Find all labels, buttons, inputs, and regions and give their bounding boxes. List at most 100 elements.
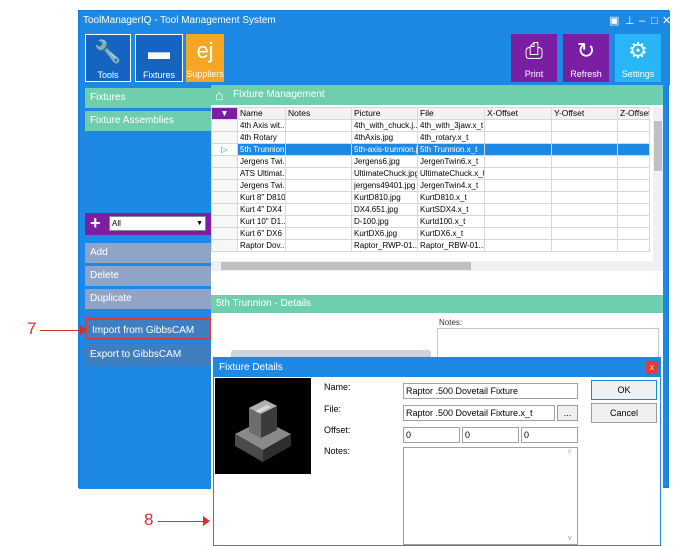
table-cell[interactable] bbox=[617, 191, 650, 204]
table-cell[interactable]: D-100.jpg bbox=[351, 215, 418, 228]
table-cell[interactable]: KurtSDX4.x_t bbox=[417, 203, 485, 216]
table-cell[interactable] bbox=[617, 179, 650, 192]
hscroll-thumb[interactable] bbox=[221, 262, 471, 270]
table-row[interactable]: Kurt 10" D1... D-100.jpg Kurtd100.x_t bbox=[211, 215, 650, 228]
table-cell[interactable] bbox=[551, 119, 618, 132]
table-cell[interactable] bbox=[285, 131, 352, 144]
add-filter-icon[interactable]: + bbox=[90, 213, 101, 233]
row-indicator[interactable] bbox=[211, 119, 238, 132]
table-cell[interactable] bbox=[551, 143, 618, 156]
table-cell[interactable]: Jergens6.jpg bbox=[351, 155, 418, 168]
duplicate-button[interactable]: Duplicate bbox=[85, 289, 211, 309]
table-cell[interactable]: jergens49401.jpg bbox=[351, 179, 418, 192]
offset-z-input[interactable]: 0 bbox=[521, 427, 578, 443]
scrollbar-thumb[interactable] bbox=[654, 121, 662, 171]
table-cell[interactable]: Kurt 10" D1... bbox=[237, 215, 286, 228]
table-cell[interactable] bbox=[551, 227, 618, 240]
row-indicator[interactable] bbox=[211, 131, 238, 144]
table-cell[interactable] bbox=[285, 143, 352, 156]
table-cell[interactable] bbox=[551, 215, 618, 228]
scroll-up-icon[interactable]: ^ bbox=[568, 450, 571, 457]
table-row[interactable]: ATS Ultimat... UltimateChuck.jpg UltimateC… bbox=[211, 167, 650, 180]
table-cell[interactable]: KurtD810.jpg bbox=[351, 191, 418, 204]
table-cell[interactable]: Raptor Dov... bbox=[237, 239, 286, 252]
table-cell[interactable] bbox=[484, 239, 552, 252]
table-cell[interactable] bbox=[617, 215, 650, 228]
minimize-icon[interactable]: – bbox=[639, 11, 645, 31]
table-cell[interactable] bbox=[285, 191, 352, 204]
fixtures-button[interactable]: ▬ Fixtures bbox=[135, 34, 183, 82]
table-cell[interactable]: Kurtd100.x_t bbox=[417, 215, 485, 228]
row-indicator[interactable] bbox=[211, 155, 238, 168]
table-cell[interactable]: 4th_with_chuck.j... bbox=[351, 119, 418, 132]
table-cell[interactable]: Kurt 4" DX4 bbox=[237, 203, 286, 216]
nav-fixtures[interactable]: Fixtures bbox=[85, 88, 211, 108]
home-icon[interactable]: ⌂ bbox=[215, 85, 223, 105]
table-cell[interactable] bbox=[484, 179, 552, 192]
table-row[interactable]: Kurt 8" D810 KurtD810.jpg KurtD810.x_t bbox=[211, 191, 650, 204]
row-indicator[interactable] bbox=[211, 167, 238, 180]
filter-select[interactable]: All ▼ bbox=[109, 216, 206, 231]
row-indicator[interactable]: ▷ bbox=[211, 143, 238, 156]
column-header[interactable]: File bbox=[417, 107, 485, 120]
name-input[interactable]: Raptor .500 Dovetail Fixture bbox=[403, 383, 578, 399]
table-cell[interactable] bbox=[551, 191, 618, 204]
refresh-button[interactable]: ↻ Refresh bbox=[563, 34, 609, 82]
tools-button[interactable]: 🔧 Tools bbox=[85, 34, 131, 82]
table-cell[interactable]: ATS Ultimat... bbox=[237, 167, 286, 180]
offset-x-input[interactable]: 0 bbox=[403, 427, 460, 443]
filter-icon[interactable]: ▼ bbox=[211, 107, 238, 120]
table-cell[interactable] bbox=[617, 131, 650, 144]
row-indicator[interactable] bbox=[211, 203, 238, 216]
table-cell[interactable] bbox=[551, 155, 618, 168]
export-gibbscam-button[interactable]: Export to GibbsCAM bbox=[85, 344, 211, 366]
table-row[interactable]: Kurt 4" DX4 DX4.651.jpg KurtSDX4.x_t bbox=[211, 203, 650, 216]
nav-fixture-assemblies[interactable]: Fixture Assemblies bbox=[85, 111, 211, 131]
table-cell[interactable]: UltimateChuck.jpg bbox=[351, 167, 418, 180]
table-cell[interactable] bbox=[484, 131, 552, 144]
table-cell[interactable] bbox=[285, 203, 352, 216]
table-cell[interactable] bbox=[551, 131, 618, 144]
delete-button[interactable]: Delete bbox=[85, 266, 211, 286]
table-cell[interactable]: 4thAxis.jpg bbox=[351, 131, 418, 144]
column-header[interactable]: Z-Offset bbox=[617, 107, 650, 120]
table-cell[interactable]: KurtDX6.jpg bbox=[351, 227, 418, 240]
file-input[interactable]: Raptor .500 Dovetail Fixture.x_t bbox=[403, 405, 555, 421]
table-cell[interactable]: DX4.651.jpg bbox=[351, 203, 418, 216]
column-header[interactable]: Name bbox=[237, 107, 286, 120]
horizontal-scrollbar[interactable] bbox=[211, 261, 653, 271]
table-cell[interactable]: Kurt 6" DX6 bbox=[237, 227, 286, 240]
table-cell[interactable] bbox=[285, 155, 352, 168]
table-cell[interactable] bbox=[285, 215, 352, 228]
table-cell[interactable] bbox=[617, 227, 650, 240]
table-cell[interactable]: JergenTwin6.x_t bbox=[417, 155, 485, 168]
table-cell[interactable] bbox=[285, 167, 352, 180]
table-cell[interactable] bbox=[285, 227, 352, 240]
row-indicator[interactable] bbox=[211, 179, 238, 192]
table-row[interactable]: 4th Rotary 4thAxis.jpg 4th_rotary.x_t bbox=[211, 131, 650, 144]
table-cell[interactable]: UltimateChuck.x_t bbox=[417, 167, 485, 180]
table-cell[interactable] bbox=[285, 239, 352, 252]
row-indicator[interactable] bbox=[211, 239, 238, 252]
table-cell[interactable] bbox=[484, 143, 552, 156]
table-row[interactable]: Raptor Dov... Raptor_RWP-01... Raptor_RBW-… bbox=[211, 239, 650, 252]
dialog-close-button[interactable]: x bbox=[646, 361, 658, 374]
add-button[interactable]: Add bbox=[85, 243, 211, 263]
row-indicator[interactable] bbox=[211, 191, 238, 204]
table-cell[interactable]: 4th_with_3jaw.x_t bbox=[417, 119, 485, 132]
maximize-icon[interactable]: □ bbox=[651, 11, 658, 31]
table-cell[interactable] bbox=[484, 155, 552, 168]
table-cell[interactable]: Raptor_RBW-01... bbox=[417, 239, 485, 252]
print-button[interactable]: ⎙ Print bbox=[511, 34, 557, 82]
table-cell[interactable]: 4th Axis wit... bbox=[237, 119, 286, 132]
cancel-button[interactable]: Cancel bbox=[591, 403, 657, 423]
table-cell[interactable] bbox=[484, 191, 552, 204]
table-cell[interactable] bbox=[617, 167, 650, 180]
table-cell[interactable] bbox=[617, 119, 650, 132]
column-header[interactable]: X-Offset bbox=[484, 107, 552, 120]
scroll-down-icon[interactable]: v bbox=[568, 535, 572, 542]
table-cell[interactable]: Raptor_RWP-01... bbox=[351, 239, 418, 252]
notes-scrollbar[interactable]: ^ v bbox=[567, 448, 577, 544]
table-cell[interactable]: 4th Rotary bbox=[237, 131, 286, 144]
table-cell[interactable]: Kurt 8" D810 bbox=[237, 191, 286, 204]
